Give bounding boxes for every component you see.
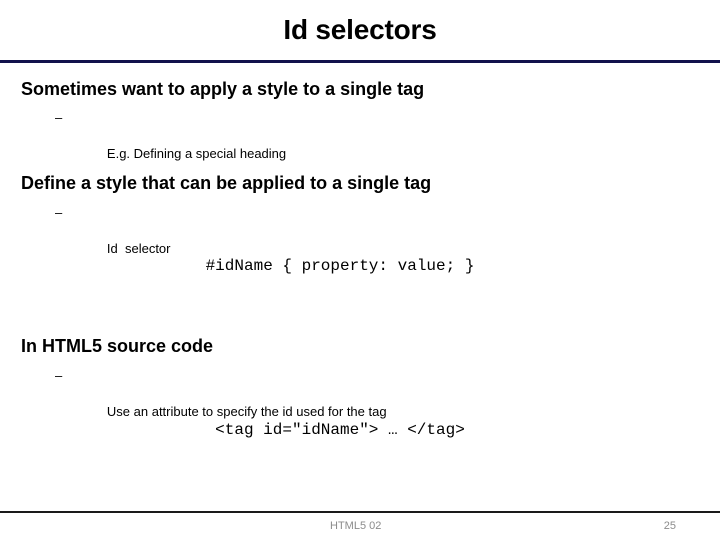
- title-divider: [0, 60, 720, 63]
- section-heading-1: Sometimes want to apply a style to a sin…: [21, 79, 425, 99]
- footer-divider: [0, 511, 720, 513]
- dash-bullet-icon: –: [55, 110, 63, 125]
- code-sample-css-id-rule: #idName { property: value; }: [205, 257, 475, 275]
- slide-number: 25: [663, 520, 676, 532]
- code-block-1: #idName { property: value; }: [0, 255, 720, 277]
- page-title: Id selectors: [283, 14, 437, 45]
- dash-bullet-icon: –: [55, 205, 63, 220]
- code-sample-html-id-attribute: <tag id="idName"> … </tag>: [215, 421, 465, 439]
- dash-bullet-icon: –: [55, 368, 63, 383]
- section-heading-2: Define a style that can be applied to a …: [21, 173, 432, 193]
- section-heading-3: In HTML5 source code: [21, 336, 214, 356]
- content-section-1: Sometimes want to apply a style to a sin…: [0, 77, 720, 181]
- code-block-2: <tag id="idName"> … </tag>: [0, 419, 720, 441]
- slide: Id selectors Sometimes want to apply a s…: [0, 0, 720, 540]
- sub-bullet-label: E.g. Defining a special heading: [106, 146, 287, 161]
